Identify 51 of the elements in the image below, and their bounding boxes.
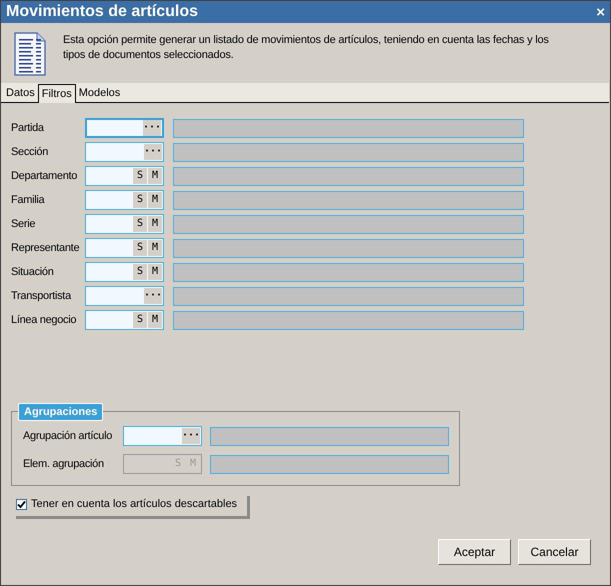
field-label: Transportista bbox=[11, 288, 72, 304]
selection-button[interactable]: S bbox=[133, 168, 147, 184]
lookup-field[interactable]: ··· bbox=[123, 426, 202, 446]
code-field[interactable]: S M bbox=[85, 166, 164, 186]
field-label: Representante bbox=[11, 240, 80, 256]
browse-button[interactable]: ··· bbox=[144, 288, 162, 304]
selection-button[interactable]: M bbox=[148, 312, 162, 328]
tab[interactable]: Modelos bbox=[76, 84, 124, 102]
code-field[interactable]: S M bbox=[85, 310, 164, 330]
code-field[interactable]: S M bbox=[85, 190, 164, 210]
field-label: Línea negocio bbox=[11, 312, 78, 328]
check-icon bbox=[17, 500, 26, 509]
window-title: Movimientos de artículos bbox=[6, 2, 198, 22]
field-label: Situación bbox=[11, 264, 55, 280]
checkbox-label: Tener en cuenta los artículos descartables bbox=[31, 497, 238, 512]
selection-button[interactable]: M bbox=[148, 264, 162, 280]
selection-button[interactable]: S bbox=[133, 192, 147, 208]
field-label: Partida bbox=[11, 120, 45, 136]
lookup-field[interactable]: ··· bbox=[85, 142, 164, 162]
field-label: Sección bbox=[11, 144, 50, 160]
field-label: Familia bbox=[11, 192, 46, 208]
code-field[interactable]: S M bbox=[85, 214, 164, 234]
checkbox-option[interactable]: Tener en cuenta los artículos descartables bbox=[16, 496, 250, 518]
selection-button[interactable]: S bbox=[133, 264, 147, 280]
close-button[interactable]: × bbox=[596, 4, 605, 20]
lookup-field[interactable]: ··· bbox=[85, 118, 164, 138]
field-label: Departamento bbox=[11, 168, 78, 184]
lookup-field[interactable]: ··· bbox=[85, 286, 164, 306]
group-title: Agrupaciones bbox=[18, 403, 104, 421]
code-field[interactable]: S M bbox=[85, 262, 164, 282]
tab[interactable]: Filtros bbox=[38, 84, 76, 103]
selection-button[interactable]: M bbox=[148, 216, 162, 232]
dialog-button[interactable]: Aceptar bbox=[438, 538, 511, 564]
browse-button[interactable]: ··· bbox=[182, 428, 200, 444]
field-label: Serie bbox=[11, 216, 36, 232]
selection-button[interactable]: S bbox=[133, 312, 147, 328]
field-label: Elem. agrupación bbox=[23, 456, 105, 472]
code-field[interactable]: S M bbox=[85, 238, 164, 258]
selection-button[interactable]: M bbox=[148, 168, 162, 184]
document-list-icon bbox=[13, 31, 47, 77]
browse-button[interactable]: ··· bbox=[144, 144, 162, 160]
field-label: Agrupación artículo bbox=[23, 428, 114, 444]
selection-button[interactable]: M bbox=[148, 240, 162, 256]
checkbox[interactable] bbox=[16, 498, 27, 510]
dialog-button[interactable]: Cancelar bbox=[518, 538, 591, 564]
description-text: Esta opción permite generar un listado de movimientos de artículos, teniendo en cuenta las fechas y los tipos de documentos seleccionados. bbox=[63, 33, 550, 63]
tab[interactable]: Datos bbox=[3, 84, 38, 102]
browse-button[interactable]: ··· bbox=[143, 120, 161, 136]
selection-button[interactable]: S bbox=[133, 240, 147, 256]
selection-button[interactable]: M bbox=[148, 192, 162, 208]
selection-button[interactable]: S bbox=[133, 216, 147, 232]
